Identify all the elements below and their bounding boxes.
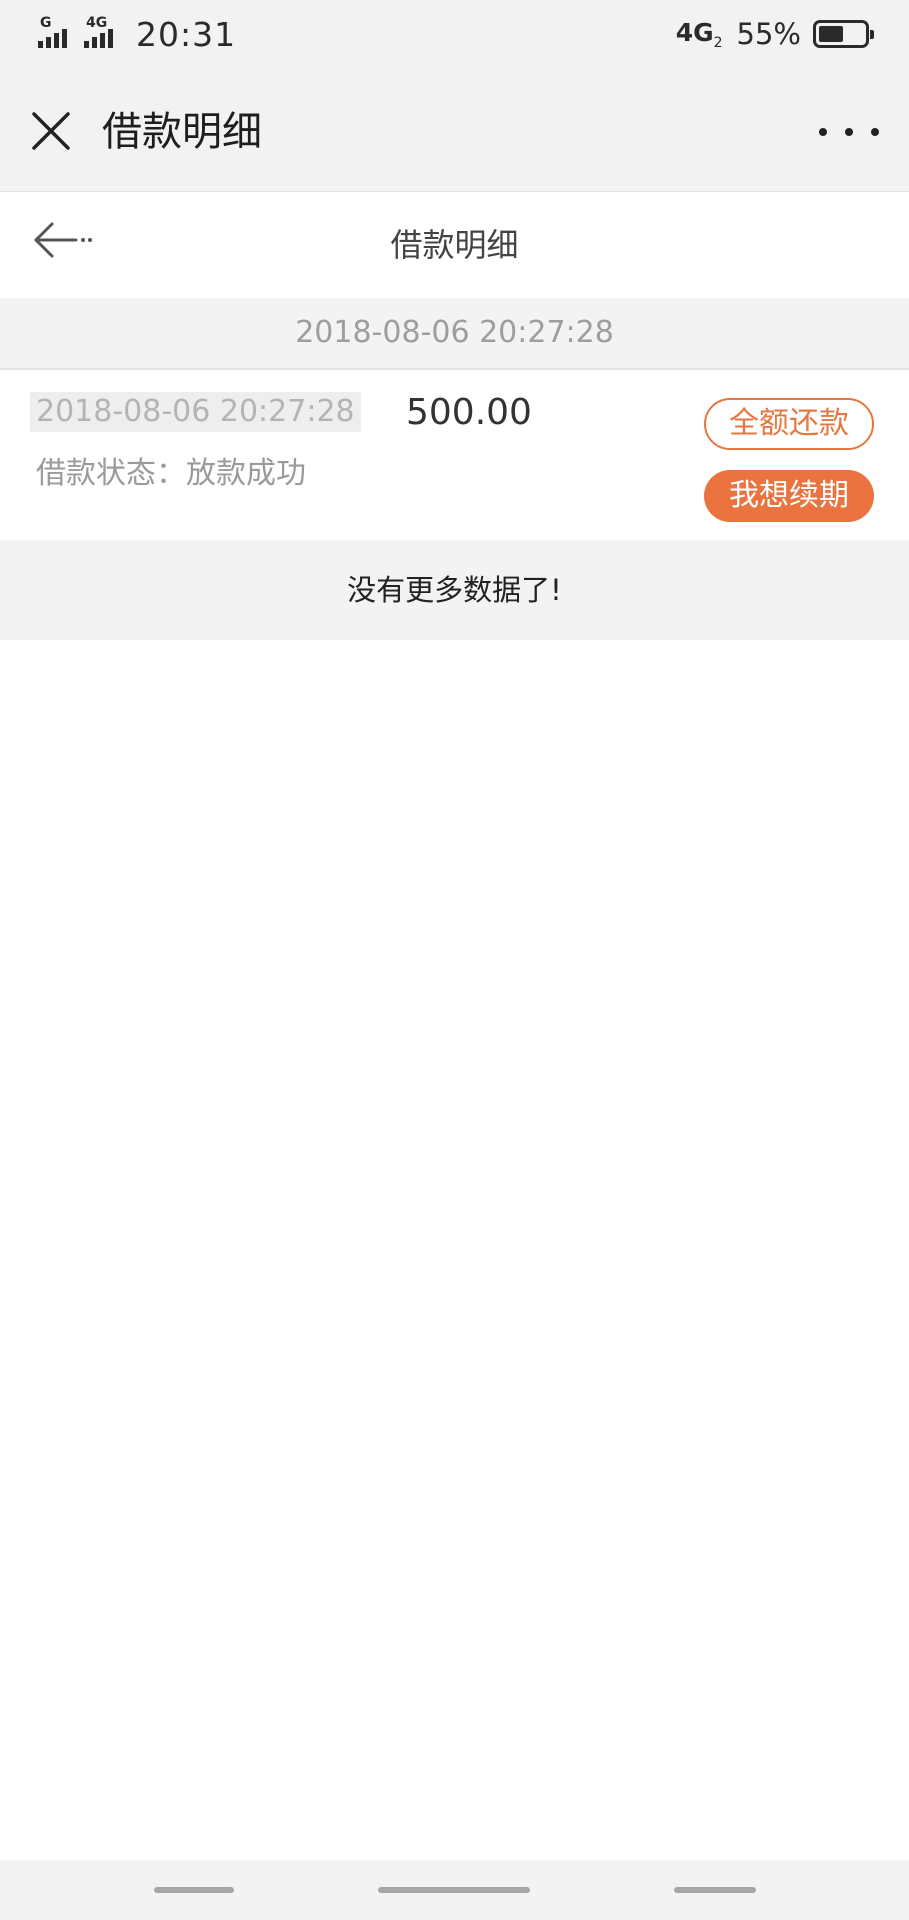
page-title: 借款明细 [390,226,519,264]
record-status: 借款状态：放款成功 [36,452,306,496]
network-sub: 2 [713,34,723,51]
battery-icon [813,20,874,48]
status-left: G 4G 20:31 [38,14,236,54]
network-type: 4G2 [676,18,723,51]
network-label: 4G [675,17,714,47]
signal-sim2-icon: 4G [84,16,126,52]
page-header: 借款明细 [0,192,909,298]
sim1-tag: G [40,15,52,31]
status-bar: G 4G 20:31 4G2 55% [0,0,909,70]
nav-back-handle[interactable] [674,1887,756,1893]
nav-menu-handle[interactable] [154,1887,234,1893]
close-icon [32,112,70,150]
close-button[interactable] [24,104,78,158]
more-dots-icon [819,128,879,136]
bottom-nav-bar [0,1860,909,1920]
status-right: 4G2 55% [676,14,874,54]
back-arrow-icon [34,222,92,258]
sim2-tag: 4G [86,15,108,31]
date-group-header: 2018-08-06 20:27:28 [0,298,909,370]
signal-sim1-icon: G [38,16,80,52]
window-title: 借款明细 [102,109,262,155]
battery-percent: 55% [736,17,801,51]
status-label: 借款状态： [36,456,186,491]
nav-home-handle[interactable] [378,1887,530,1893]
record-time: 2018-08-06 20:27:28 [30,392,361,432]
renew-button[interactable]: 我想续期 [704,470,874,522]
title-bar: 借款明细 [0,70,909,192]
battery-fill [819,26,843,42]
no-more-data: 没有更多数据了! [0,540,909,640]
more-button[interactable] [819,112,879,152]
status-value: 放款成功 [186,456,306,491]
loan-record[interactable]: 2018-08-06 20:27:28 500.00 借款状态：放款成功 全额还… [0,372,909,540]
full-repay-button[interactable]: 全额还款 [704,398,874,450]
record-amount: 500.00 [406,392,532,433]
status-time: 20:31 [136,14,237,54]
back-button[interactable] [30,212,100,268]
screen: G 4G 20:31 4G2 55% 借款明细 借款明细 2018-08-06 … [0,0,909,1920]
